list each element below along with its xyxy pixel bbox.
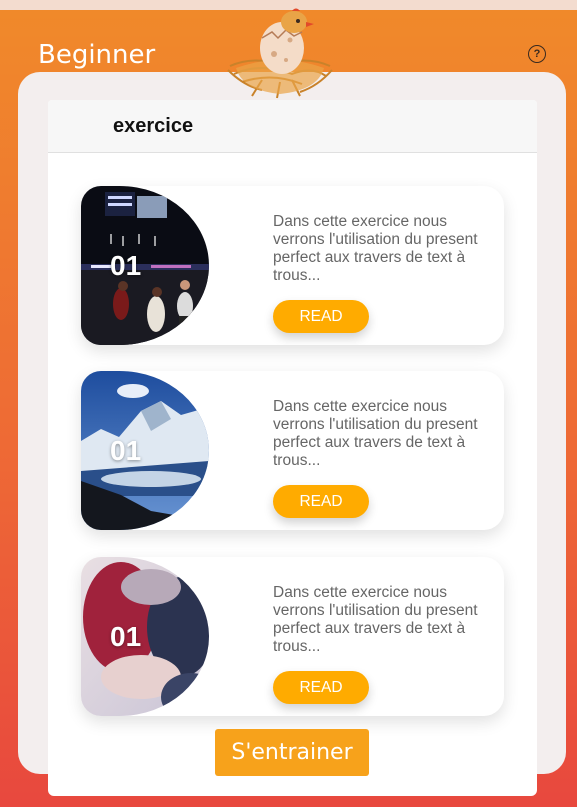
exercise-number: 01 [110,250,142,281]
read-button[interactable]: READ [273,300,369,333]
page-title: Beginner [38,40,156,70]
exercise-description: Dans cette exercice nous verrons l'utili… [273,584,478,655]
exercise-number: 01 [110,621,142,652]
exercise-description: Dans cette exercice nous verrons l'utili… [273,398,478,469]
exercise-description: Dans cette exercice nous verrons l'utili… [273,213,478,284]
exercise-list-card: exercice 01 Dans cette exercice nous ver… [48,100,537,796]
exercise-number: 01 [110,435,142,466]
card-header: exercice [48,100,537,153]
snowy-mountains-photo [81,371,209,530]
blurred-red-photo [81,557,209,716]
exercise-card[interactable]: 01 Dans cette exercice nous verrons l'ut… [81,557,504,716]
chick-in-nest-icon [227,8,333,99]
train-button[interactable]: S'entrainer [215,729,369,776]
read-button[interactable]: READ [273,671,369,704]
read-button[interactable]: READ [273,485,369,518]
exercise-card[interactable]: 01 Dans cette exercice nous verrons l'ut… [81,371,504,530]
section-title: exercice [113,114,194,137]
question-circle-icon[interactable]: ? [528,45,546,63]
basketball-game-photo [81,186,209,345]
exercise-card[interactable]: 01 Dans cette exercice nous verrons l'ut… [81,186,504,345]
